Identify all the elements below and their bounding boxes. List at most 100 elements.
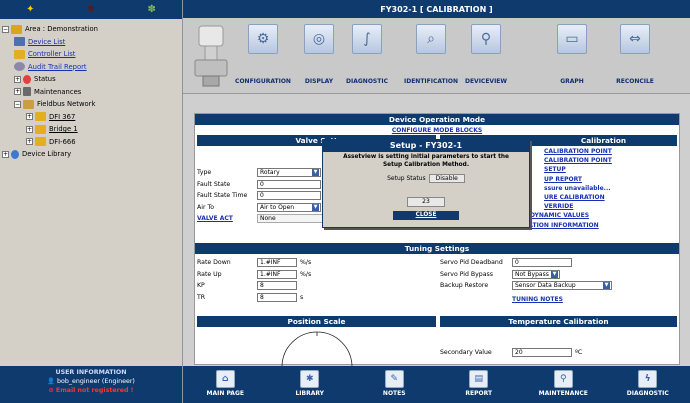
rate-down-unit: %/s [300,259,312,267]
dfi367-link[interactable]: DFI 367 [49,111,75,124]
main-page-button[interactable]: ⌂ MAIN PAGE [195,366,255,397]
tree-item-dfi367[interactable]: + DFI 367 [2,111,180,124]
backup-restore-select[interactable]: Sensor Data Backup [512,281,612,291]
expand-icon[interactable]: + [14,88,21,96]
device-list-link[interactable]: Device List [28,36,65,49]
dialog-counter: 23 [407,197,445,207]
close-button[interactable]: CLOSE [393,211,459,220]
bug-icon[interactable]: ✱ [87,4,95,15]
library-button[interactable]: ✱ LIBRARY [280,366,340,397]
rate-down-input[interactable]: 1.#INF [257,258,297,268]
diagnostic-button[interactable]: ∫ DIAGNOSTIC [335,24,399,85]
controller-icon [35,124,46,134]
air-to-select[interactable]: Air to Open [257,202,321,212]
tree-item-fieldbus[interactable]: − Fieldbus Network [2,98,180,111]
tree-item-dfi666[interactable]: + DFI-666 [2,136,180,149]
expand-icon[interactable]: + [26,138,33,146]
reconcile-button[interactable]: ⇔ RECONCILE [603,24,667,85]
valve-act-link[interactable]: VALVE ACT [197,215,257,222]
calibration-point-link[interactable]: CALIBRATION POINT [544,148,612,155]
home-icon: ⌂ [215,370,235,388]
arrows-icon: ⇔ [620,24,650,54]
tree-item-status[interactable]: + Status [2,73,180,86]
backup-report-link[interactable]: UP REPORT [544,176,582,183]
expand-icon[interactable]: + [2,150,9,158]
setup-dialog: Setup - FY302-1 Assetview is setting ini… [322,139,530,228]
controller-list-link[interactable]: Controller List [28,48,75,61]
lightning-icon: ϟ [638,370,658,388]
servo-bypass-select[interactable]: Not Bypass [512,269,560,279]
device-list-icon [14,37,25,47]
star-icon[interactable]: ✦ [26,4,34,15]
setup-status-value: Disable [428,174,465,183]
audit-trail-link[interactable]: Audit Trail Report [28,61,87,74]
diagnostic-bottom-button[interactable]: ϟ DIAGNOSTIC [618,366,678,397]
collapse-icon[interactable]: − [14,100,21,108]
network-icon [23,99,34,109]
position-scale-header: Position Scale [197,316,436,327]
email-status-text: Email not registered ! [55,387,134,394]
fault-state-input[interactable]: 0 [257,179,321,189]
rate-up-input[interactable]: 1.#INF [257,269,297,279]
report-button[interactable]: ▤ REPORT [449,366,509,397]
collapse-icon[interactable]: − [2,25,9,33]
tr-input[interactable]: 8 [257,292,297,302]
graph-button[interactable]: ▭ GRAPH [540,24,604,85]
graph-label: GRAPH [560,78,584,85]
configure-mode-blocks-link[interactable]: CONFIGURE MODE BLOCKS [392,127,482,134]
navigation-tree: − Area : Demonstration Device List Contro… [0,19,182,165]
notes-button[interactable]: ✎ NOTES [364,366,424,397]
backup-restore-row: Backup Restore Sensor Data Backup [440,280,677,292]
notes-icon: ✎ [384,370,404,388]
tree-label: Area : Demonstration [25,25,98,33]
tree-item-bridge1[interactable]: + Bridge 1 [2,123,180,136]
deviceview-button[interactable]: ⚲ DEVICEVIEW [454,24,518,85]
tr-unit: s [300,293,304,301]
email-status: ⊘ Email not registered ! [0,387,182,394]
type-label: Type [197,169,212,177]
expand-icon[interactable]: + [26,125,33,133]
servo-deadband-input[interactable]: 0 [512,258,572,268]
user-name-text: bob_engineer (Engineer) [56,378,135,385]
tuning-right: Servo Pid Deadband 0 Servo Pid Bypass Not … [438,257,679,316]
pressure-calibration-link[interactable]: URE CALIBRATION [544,194,605,201]
left-sidebar: ✦ ✱ ✽ − Area : Demonstration Device List … [0,0,182,403]
stethoscope-icon: ∫ [352,24,382,54]
tree-item-device-list[interactable]: Device List [2,36,180,49]
calibration-point-link[interactable]: CALIBRATION POINT [544,157,612,164]
diagnostic-bottom-label: DIAGNOSTIC [626,390,669,397]
tuning-notes-link[interactable]: TUNING NOTES [512,296,563,303]
tree-item-device-library[interactable]: + Device Library [2,148,180,161]
tree-item-controller-list[interactable]: Controller List [2,48,180,61]
expand-icon[interactable]: + [26,113,33,121]
user-info-panel: USER INFORMATION 👤 bob_engineer (Enginee… [0,366,182,403]
user-icon: 👤 [47,378,57,385]
servo-bypass-value: Not Bypass [515,270,549,278]
device-operation-mode-header: Device Operation Mode [195,114,679,125]
setup-link[interactable]: SETUP [544,166,566,173]
gears-icon: ⚙ [248,24,278,54]
bridge1-link[interactable]: Bridge 1 [49,123,78,136]
plant-icon[interactable]: ✽ [147,4,155,15]
tuning-settings-header: Tuning Settings [195,243,679,254]
fault-state-time-input[interactable]: 0 [257,191,321,201]
type-select[interactable]: Rotary [257,168,321,178]
setup-status-row: Setup Status Disable [323,174,529,183]
dynamic-values-link[interactable]: DYNAMIC VALUES [530,212,589,219]
tree-item-maintenances[interactable]: + Maintenances [2,86,180,99]
left-toolbar: ✦ ✱ ✽ [0,0,182,19]
type-value: Rotary [260,169,280,177]
library-icon: ✱ [300,370,320,388]
override-link[interactable]: VERRIDE [544,203,573,210]
secondary-value-input[interactable]: 20 [512,348,572,358]
tree-label: Status [34,75,56,83]
expand-icon[interactable]: + [14,75,21,83]
tree-item-area[interactable]: − Area : Demonstration [2,23,180,36]
report-label: REPORT [465,390,493,397]
maintenance-button[interactable]: ⚲ MAINTENANCE [533,366,593,397]
configuration-button[interactable]: ⚙ CONFIGURATION [231,24,295,85]
kp-input[interactable]: 8 [257,281,297,291]
position-scale-gauge [281,331,353,368]
tree-item-audit-trail[interactable]: Audit Trail Report [2,61,180,74]
rate-up-label: Rate Up [197,270,222,278]
